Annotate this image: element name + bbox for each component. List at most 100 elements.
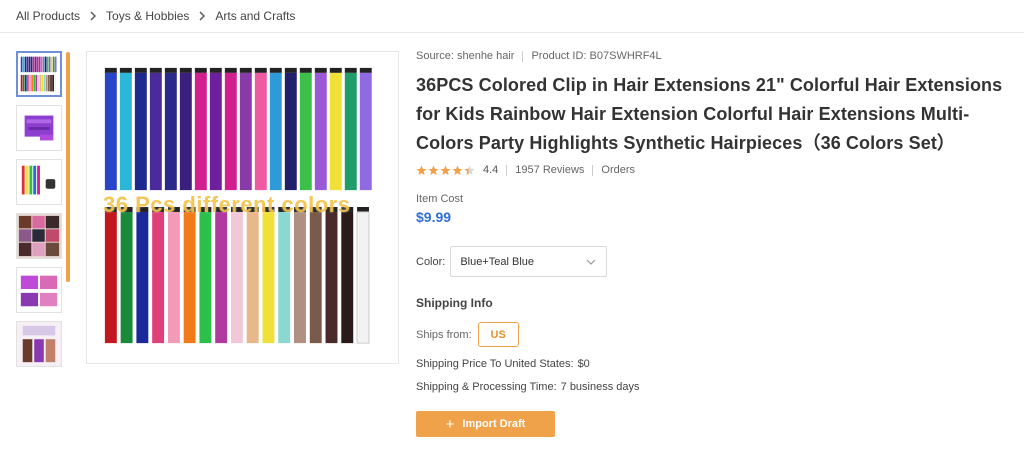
hair-clip <box>209 67 222 73</box>
thumbnail-6[interactable] <box>16 321 62 367</box>
product-main-image[interactable]: 36 Pcs different colors <box>86 51 399 364</box>
breadcrumb: All Products Toys & Hobbies Arts and Cra… <box>16 9 295 23</box>
hair-clip <box>239 67 252 73</box>
hair-strand-top <box>149 72 162 191</box>
breadcrumb-item-toys-hobbies[interactable]: Toys & Hobbies <box>106 9 189 23</box>
color-select[interactable]: Blue+Teal Blue <box>450 246 608 277</box>
color-select-value: Blue+Teal Blue <box>460 255 535 268</box>
color-label: Color: <box>416 255 446 268</box>
shipping-price-value: $0 <box>577 358 590 370</box>
hair-strand-bottom <box>183 211 196 344</box>
thumbnail-4[interactable] <box>16 213 62 259</box>
hair-strand-top <box>209 72 222 191</box>
hair-strand-bottom <box>341 211 354 344</box>
rating-row: 4.4 1957 Reviews Orders <box>416 164 1016 176</box>
hair-strand-bottom <box>294 211 306 344</box>
hair-strand-top <box>299 72 312 191</box>
hair-clip <box>134 67 147 73</box>
import-draft-label: Import Draft <box>462 418 526 430</box>
hair-strand-top <box>104 72 117 191</box>
ships-from-row: Ships from: US <box>416 322 1016 347</box>
shipping-price-row: Shipping Price To United States: $0 <box>416 358 1016 370</box>
hair-clip <box>314 67 327 73</box>
hair-strand-top <box>224 72 237 191</box>
hair-strand-bottom <box>104 211 117 344</box>
hair-strand-top <box>179 72 192 191</box>
hair-strand-top <box>194 72 207 191</box>
source-label: Source: shenhe hair <box>416 50 515 62</box>
hair-strand-top <box>269 72 282 191</box>
hair-strand-top <box>164 72 177 191</box>
star-icon <box>428 165 439 175</box>
orders-label: Orders <box>601 164 636 176</box>
chevron-down-icon <box>586 259 596 265</box>
hair-strand-bottom <box>356 211 370 344</box>
ships-from-option-us[interactable]: US <box>477 322 519 347</box>
divider <box>0 32 1024 33</box>
chevron-right-icon <box>89 11 97 21</box>
hair-strand-bottom <box>120 211 133 344</box>
item-cost-label: Item Cost <box>416 193 464 205</box>
hair-clip <box>179 67 192 73</box>
hair-clip <box>119 67 132 73</box>
rating-stars <box>416 165 476 176</box>
hair-clip <box>149 67 162 73</box>
hair-clip <box>224 67 237 73</box>
thumbnail-list <box>16 51 64 375</box>
star-icon <box>440 165 451 175</box>
hair-strand-top <box>239 72 252 191</box>
hair-strand-top <box>344 72 357 191</box>
reviews-count[interactable]: 1957 Reviews <box>515 164 584 176</box>
hair-strand-bottom <box>230 211 243 344</box>
hair-clip <box>284 67 297 73</box>
thumbnail-1[interactable] <box>16 51 62 97</box>
plus-icon: + <box>445 415 455 433</box>
hair-strand-top <box>119 72 132 191</box>
chevron-right-icon <box>198 11 206 21</box>
ships-from-label: Ships from: <box>416 328 472 341</box>
thumbnail-5[interactable] <box>16 267 62 313</box>
hair-strand-top <box>314 72 327 191</box>
hair-strand-bottom <box>152 211 165 344</box>
shipping-time-label: Shipping & Processing Time: <box>416 381 557 393</box>
hair-clip <box>254 67 267 73</box>
shipping-time-row: Shipping & Processing Time: 7 business da… <box>416 381 1016 393</box>
hair-strand-bottom <box>215 211 228 344</box>
hair-clip <box>329 67 342 73</box>
product-title: 36PCS Colored Clip in Hair Extensions 21… <box>416 75 1003 153</box>
hair-strand-bottom <box>325 211 338 344</box>
divider <box>522 50 524 62</box>
shipping-info-title: Shipping Info <box>416 296 493 310</box>
star-icon <box>416 165 427 175</box>
hair-clip <box>299 67 312 73</box>
hair-strand-bottom <box>199 211 212 344</box>
breadcrumb-item-arts-crafts[interactable]: Arts and Crafts <box>215 9 295 23</box>
hair-clip <box>104 67 117 73</box>
shipping-time-value: 7 business days <box>560 381 640 393</box>
breadcrumb-item-all-products[interactable]: All Products <box>16 9 80 23</box>
hair-clip <box>164 67 177 73</box>
hair-strand-top <box>329 72 342 191</box>
hair-strand-top <box>134 72 147 191</box>
hair-strand-bottom <box>136 211 149 344</box>
item-price: $9.99 <box>416 209 452 225</box>
rating-value: 4.4 <box>483 164 499 176</box>
hair-strand-top <box>254 72 267 191</box>
thumbnail-scrollbar[interactable] <box>66 52 70 282</box>
hair-strand-top <box>359 72 372 191</box>
hair-clip <box>194 67 207 73</box>
divider <box>506 164 508 176</box>
import-draft-button[interactable]: + Import Draft <box>416 411 555 437</box>
hair-strand-bottom <box>309 211 322 344</box>
color-row: Color: Blue+Teal Blue <box>416 246 1016 277</box>
shipping-price-label: Shipping Price To United States: <box>416 358 574 370</box>
divider <box>592 164 594 176</box>
thumbnail-2[interactable] <box>16 105 62 151</box>
image-overlay-text: 36 Pcs different colors <box>103 192 351 217</box>
product-id: Product ID: B07SWHRF4L <box>531 50 662 62</box>
hair-clip <box>269 67 282 73</box>
thumbnail-3[interactable] <box>16 159 62 205</box>
hair-clip <box>359 67 372 73</box>
star-icon <box>452 165 463 175</box>
product-meta: Source: shenhe hair Product ID: B07SWHRF… <box>416 50 1016 62</box>
